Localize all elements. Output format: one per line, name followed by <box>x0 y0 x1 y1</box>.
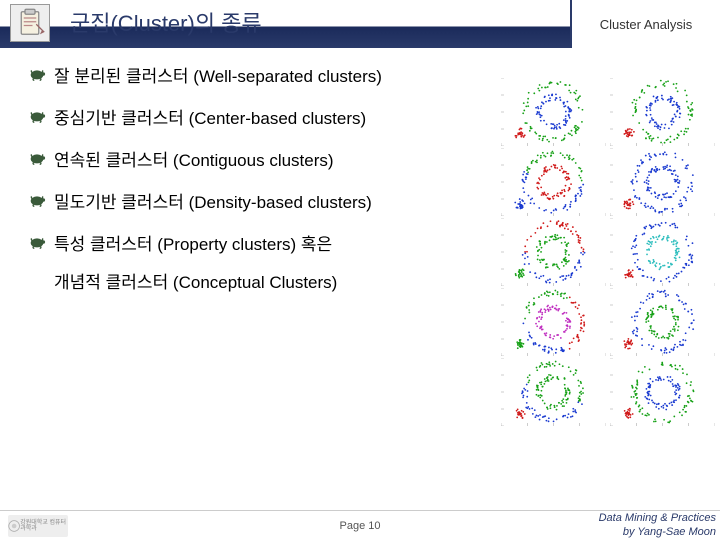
turtle-bullet-icon <box>28 191 46 209</box>
cluster-plot <box>610 288 715 356</box>
cluster-plot <box>501 358 606 426</box>
cluster-plot <box>610 78 715 146</box>
cluster-plot <box>501 288 606 356</box>
cluster-plot <box>610 218 715 286</box>
logo-text: 강원대학교 컴퓨터과학과 <box>20 520 68 532</box>
bullet-text: 중심기반 클러스터 (Center-based clusters) <box>54 104 366 129</box>
cluster-plot <box>610 148 715 216</box>
turtle-bullet-icon <box>28 149 46 167</box>
bullet-text: 밀도기반 클러스터 (Density-based clusters) <box>54 188 372 213</box>
cluster-plot <box>501 148 606 216</box>
cluster-examples-grid <box>501 78 716 426</box>
credit-line-1: Data Mining & Practices <box>599 512 716 525</box>
turtle-bullet-icon <box>28 233 46 251</box>
bullet-text: 특성 클러스터 (Property clusters) 혹은 <box>54 230 332 255</box>
bullet-text: 잘 분리된 클러스터 (Well-separated clusters) <box>54 62 382 87</box>
turtle-bullet-icon <box>28 107 46 125</box>
page-number: Page 10 <box>340 520 381 532</box>
bullet-text: 연속된 클러스터 (Contiguous clusters) <box>54 146 334 171</box>
credit-line-2: by Yang-Sae Moon <box>599 526 716 539</box>
clipboard-icon <box>10 4 50 42</box>
footer-credit: Data Mining & Practices by Yang-Sae Moon <box>599 512 716 538</box>
cluster-plot <box>501 78 606 146</box>
university-logo: 강원대학교 컴퓨터과학과 <box>8 515 68 537</box>
cluster-plot <box>610 358 715 426</box>
slide-footer: 강원대학교 컴퓨터과학과 Page 10 Data Mining & Pract… <box>0 510 720 540</box>
turtle-bullet-icon <box>28 65 46 83</box>
cluster-plot <box>501 218 606 286</box>
section-label: Cluster Analysis <box>570 0 720 48</box>
slide-header: 군집(Cluster)의 종류 Cluster Analysis <box>0 0 720 48</box>
slide-title: 군집(Cluster)의 종류 <box>70 6 262 38</box>
